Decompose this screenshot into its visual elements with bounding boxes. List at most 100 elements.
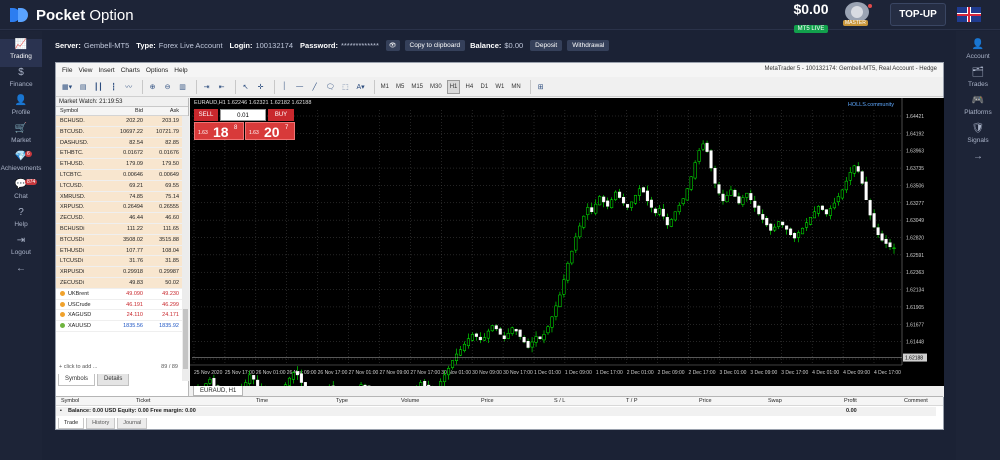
tab-journal[interactable]: Journal	[117, 418, 148, 429]
menu-help[interactable]: Help	[174, 67, 187, 74]
timeframe-m30[interactable]: M30	[428, 80, 444, 94]
price-chart[interactable]: 1.64421 1.64192 1.63963 1.63735 1.63506 1.632…	[190, 98, 944, 386]
chart-canvas[interactable]: 1.644211.641921.639631.637351.635061.632…	[190, 98, 944, 386]
table-row[interactable]: ETHUSD. 179.09 179.50	[56, 159, 182, 170]
text-icon[interactable]: A▾	[354, 80, 366, 94]
sidebar-item-collapse[interactable]: ←	[0, 263, 42, 291]
right-item-platforms[interactable]: 🎮 Platforms	[956, 95, 1000, 123]
menu-view[interactable]: View	[78, 67, 92, 74]
lot-size-input[interactable]: 0.01	[220, 109, 266, 121]
column-header-bid[interactable]: Bid	[108, 107, 145, 115]
column-header-type-3[interactable]: Type	[336, 397, 348, 406]
tab-history[interactable]: History	[86, 418, 116, 429]
copy-to-clipboard-button[interactable]: Copy to clipboard	[404, 39, 466, 51]
table-row[interactable]: BCHUSD. 202.20 203.19	[56, 116, 182, 127]
uk-flag-icon[interactable]	[957, 7, 981, 22]
table-row[interactable]: UKBrent 49.090 49.230	[56, 288, 182, 300]
auto-scroll-icon[interactable]: ⇥	[201, 80, 213, 94]
cursor-icon[interactable]: ↖	[240, 80, 252, 94]
balance-row[interactable]: ▪ Balance: 0.00 USD Equity: 0.00 Free ma…	[56, 407, 936, 416]
table-row[interactable]: ETHUSDi 107.77 108.04	[56, 245, 182, 257]
timeframe-m15[interactable]: M15	[409, 80, 425, 94]
table-row[interactable]: ETHBTC. 0.01672 0.01676	[56, 148, 182, 160]
table-row[interactable]: XRPUSD. 0.26494 0.26555	[56, 202, 182, 214]
right-item-account[interactable]: 👤 Account	[956, 39, 1000, 67]
menu-options[interactable]: Options	[146, 67, 168, 74]
column-header-tp-7[interactable]: T / P	[626, 397, 638, 406]
timeframe-h1[interactable]: H1	[446, 79, 461, 94]
show-password-eye-icon[interactable]: 👁	[385, 39, 400, 51]
table-row[interactable]: BCHUSDi 111.22 111.65	[56, 223, 182, 235]
shapes-icon[interactable]: ⬚	[339, 80, 351, 94]
withdrawal-button[interactable]: Withdrawal	[567, 39, 610, 51]
column-header-price-5[interactable]: Price	[481, 397, 494, 406]
zoom-out-icon[interactable]: ⊖	[162, 80, 174, 94]
timeframe-m1[interactable]: M1	[379, 80, 391, 94]
buy-button[interactable]: BUY	[268, 109, 294, 121]
table-row[interactable]: LTCUSDi 31.76 31.85	[56, 256, 182, 268]
timeframe-m5[interactable]: M5	[394, 80, 406, 94]
zoom-in-icon[interactable]: ⊕	[147, 80, 159, 94]
table-row[interactable]: ZECUSDi 49.83 50.02	[56, 277, 182, 289]
timeframe-h4[interactable]: H4	[463, 80, 475, 94]
menu-charts[interactable]: Charts	[121, 67, 140, 74]
table-row[interactable]: USCrude 46.191 46.299	[56, 299, 182, 311]
tab-trade[interactable]: Trade	[58, 418, 85, 429]
community-link[interactable]: HOLLS.community	[848, 102, 894, 108]
right-item-signals[interactable]: 🛡 Signals	[956, 123, 1000, 151]
column-header-symbol-0[interactable]: Symbol	[61, 397, 79, 406]
sidebar-item-logout[interactable]: ⇥ Logout	[0, 235, 42, 263]
menu-insert[interactable]: Insert	[98, 67, 114, 74]
column-header-price-8[interactable]: Price	[699, 397, 712, 406]
crosshair-icon[interactable]: ✛	[255, 80, 267, 94]
table-row[interactable]: XAGUSD 24.110 24.171	[56, 310, 182, 322]
table-row[interactable]: LTCUSD. 69.21 69.55	[56, 180, 182, 192]
column-header-ask[interactable]: Ask	[145, 107, 182, 115]
column-header-sl-6[interactable]: S / L	[554, 397, 565, 406]
scrollbar-thumb[interactable]	[183, 309, 188, 369]
column-header-volume-4[interactable]: Volume	[401, 397, 419, 406]
market-watch-scrollbar[interactable]	[182, 116, 189, 381]
vertical-line-icon[interactable]: │	[279, 80, 291, 94]
tab-euraud-h1[interactable]: EURAUD, H1	[193, 386, 244, 396]
column-header-symbol[interactable]: Symbol	[56, 107, 108, 115]
column-header-comment-11[interactable]: Comment	[904, 397, 928, 406]
sidebar-item-finance[interactable]: $ Finance	[0, 67, 42, 95]
sidebar-item-market[interactable]: 🛒 Market	[0, 123, 42, 151]
timeframe-w1[interactable]: W1	[493, 80, 506, 94]
table-row[interactable]: XRPUSDi 0.29918 0.29987	[56, 267, 182, 278]
sell-price-button[interactable]: 1.63 18 8	[194, 122, 244, 140]
horizontal-line-icon[interactable]: —	[294, 80, 306, 94]
tab-details[interactable]: Details	[97, 374, 130, 386]
table-row[interactable]: XAUUSD 1835.56 1835.92	[56, 321, 182, 332]
top-up-button[interactable]: TOP-UP	[890, 3, 946, 26]
new-chart-icon[interactable]: ▦▾	[60, 80, 74, 94]
grid-icon[interactable]: ▥	[177, 80, 189, 94]
right-item-expand[interactable]: →	[956, 151, 1000, 179]
deposit-button[interactable]: Deposit	[530, 39, 563, 51]
column-header-profit-10[interactable]: Profit	[844, 397, 857, 406]
sell-button[interactable]: SELL	[194, 109, 218, 121]
bar-chart-icon[interactable]: ┃┃	[92, 80, 104, 94]
table-row[interactable]: LTCBTC. 0.00646 0.00649	[56, 169, 182, 181]
column-header-ticket-1[interactable]: Ticket	[136, 397, 150, 406]
timeframe-mn[interactable]: MN	[509, 80, 522, 94]
pocket-option-logo[interactable]: Pocket Option	[10, 5, 134, 25]
sidebar-item-chat[interactable]: 💬 Chat 874	[0, 179, 42, 207]
sidebar-item-achievements[interactable]: 💎 Achievements 6	[0, 151, 42, 179]
line-chart-icon[interactable]: 〰	[123, 80, 135, 94]
table-row[interactable]: DASHUSD. 82.54 82.85	[56, 137, 182, 149]
timeframe-d1[interactable]: D1	[478, 80, 490, 94]
buy-price-button[interactable]: 1.63 20 7	[245, 122, 295, 140]
text-label-icon[interactable]: 🗨	[324, 80, 337, 94]
balance-box[interactable]: $0.00 MT5 LIVE	[786, 2, 836, 35]
trend-line-icon[interactable]: ╱	[309, 80, 321, 94]
add-symbol-row[interactable]: + click to add ... 89 / 89	[56, 362, 182, 372]
avatar[interactable]: MASTER	[842, 2, 872, 28]
table-row[interactable]: ZECUSD. 46.44 46.60	[56, 213, 182, 224]
table-row[interactable]: XMRUSD. 74.85 75.14	[56, 191, 182, 203]
sidebar-item-help[interactable]: ? Help	[0, 207, 42, 235]
tile-windows-icon[interactable]: ⊞	[535, 80, 547, 94]
column-header-time-2[interactable]: Time	[256, 397, 268, 406]
menu-file[interactable]: File	[62, 67, 72, 74]
